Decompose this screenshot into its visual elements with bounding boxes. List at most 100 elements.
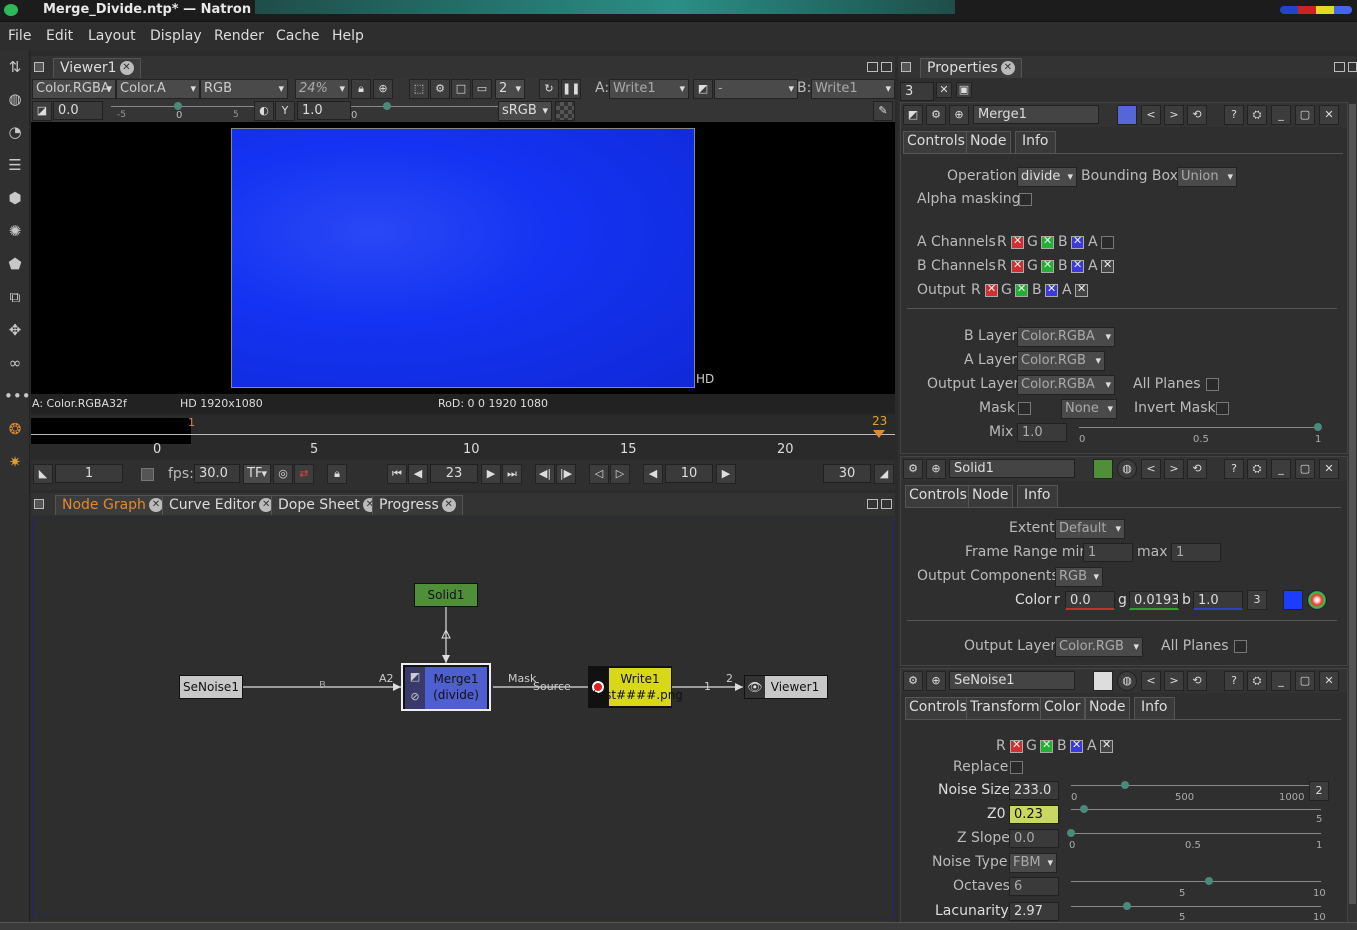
merge1-tab-node[interactable]: Node	[966, 131, 1011, 153]
timeline-format-dropdown[interactable]: TF	[243, 464, 271, 484]
tab-dope-sheet[interactable]: Dope Sheet ✕	[271, 495, 384, 515]
noise-size-handle[interactable]	[1121, 781, 1129, 789]
playhead[interactable]	[873, 430, 885, 438]
gamma-slider-handle[interactable]	[383, 102, 391, 110]
filter-tool-icon[interactable]: ✺	[4, 220, 26, 242]
menu-file[interactable]: File	[8, 28, 31, 44]
close-icon[interactable]: ✕	[1319, 105, 1339, 125]
senoise1-name-field[interactable]: SeNoise1	[949, 671, 1075, 690]
sn-a-checkbox[interactable]	[1100, 738, 1113, 753]
sn-r-checkbox[interactable]	[1010, 738, 1023, 753]
menu-layout[interactable]: Layout	[88, 28, 136, 44]
tab-properties[interactable]: Properties ✕	[920, 58, 1022, 78]
b-r-checkbox[interactable]	[1011, 258, 1024, 273]
help-icon[interactable]: ?	[1224, 671, 1244, 691]
help-icon[interactable]: ?	[1224, 459, 1244, 479]
node-merge1[interactable]: ◩ ⊘ Merge1 (divide)	[401, 663, 491, 711]
fps-field[interactable]: 30.0	[194, 464, 240, 483]
fps-toggle[interactable]	[141, 468, 154, 481]
bounding-box-dropdown[interactable]: Union	[1177, 167, 1237, 187]
next-keyframe-icon[interactable]: ▷	[610, 464, 630, 484]
set-in-icon[interactable]: ◣	[33, 464, 53, 484]
senoise1-tab-color[interactable]: Color	[1040, 697, 1085, 719]
proxy-dropdown[interactable]: 2	[495, 79, 525, 99]
play-forward-icon[interactable]: |▶	[556, 464, 576, 484]
properties-scrollbar[interactable]	[1348, 102, 1357, 922]
lock-icon[interactable]: 🔒︎	[351, 79, 371, 99]
node-write1[interactable]: Write1 test####.png	[588, 666, 683, 708]
float-icon[interactable]: ▢	[1295, 105, 1315, 125]
lacunarity-handle[interactable]	[1123, 902, 1131, 910]
noise-size-slider[interactable]	[1071, 785, 1311, 786]
extent-dropdown[interactable]: Default	[1055, 519, 1125, 539]
close-icon[interactable]: ✕	[148, 498, 163, 512]
tab-progress[interactable]: Progress ✕	[372, 495, 463, 515]
float-icon[interactable]: ▢	[1295, 459, 1315, 479]
restore-defaults-icon[interactable]: ⟲	[1187, 459, 1207, 479]
transform-tool-icon[interactable]: ✥	[4, 319, 26, 341]
lacunarity-slider[interactable]	[1071, 906, 1321, 907]
tab-curve-editor[interactable]: Curve Editor ✕	[162, 495, 281, 515]
color-g-field[interactable]: 0.0193	[1129, 591, 1179, 610]
solid-all-planes-checkbox[interactable]	[1234, 640, 1247, 653]
merge1-tab-controls[interactable]: Controls	[903, 131, 969, 153]
end-frame-field[interactable]: 30	[823, 464, 871, 483]
output-components-dropdown[interactable]: RGB	[1055, 567, 1103, 587]
close-icon[interactable]: ✕	[1000, 61, 1015, 75]
center-node-icon[interactable]: ⊕	[926, 671, 946, 691]
z0-field[interactable]: 0.23	[1009, 805, 1059, 824]
mix-field[interactable]: 1.0	[1017, 423, 1067, 442]
b-g-checkbox[interactable]	[1041, 258, 1054, 273]
undo-icon[interactable]: <	[1141, 105, 1161, 125]
menu-help[interactable]: Help	[332, 28, 364, 44]
color-swatch[interactable]	[1283, 590, 1303, 610]
prev-frame-icon[interactable]: ◀	[408, 464, 428, 484]
colorspace-dropdown[interactable]: sRGB	[498, 101, 552, 121]
current-frame-field[interactable]: 23	[430, 464, 478, 483]
b-layer-dropdown[interactable]: Color.RGBA	[1017, 327, 1115, 347]
close-pane-icon[interactable]	[1348, 62, 1357, 72]
noise-dimension-button[interactable]: 2	[1309, 781, 1329, 801]
playback-mode-icon[interactable]: ⇄	[294, 464, 314, 484]
out-g-checkbox[interactable]	[1015, 282, 1028, 297]
step-forward-icon[interactable]: ▶	[716, 464, 736, 484]
layer-dropdown[interactable]: Color.RGBA	[32, 79, 116, 99]
merge1-name-field[interactable]: Merge1	[973, 105, 1099, 124]
all-planes-checkbox[interactable]	[1206, 378, 1219, 391]
render-icon[interactable]: ⚙	[430, 79, 450, 99]
gain-slider[interactable]	[111, 106, 261, 107]
checker-icon[interactable]: □	[451, 79, 471, 99]
color-wheel-icon[interactable]	[1307, 590, 1327, 610]
close-pane-icon[interactable]	[881, 62, 892, 72]
node-color-swatch[interactable]	[1093, 671, 1113, 691]
out-r-checkbox[interactable]	[985, 282, 998, 297]
close-icon[interactable]: ✕	[1319, 459, 1339, 479]
step-field[interactable]: 10	[665, 464, 713, 483]
color-dimension-button[interactable]: 3	[1247, 590, 1267, 610]
gamma-slider[interactable]	[351, 106, 501, 107]
solid1-tab-node[interactable]: Node	[968, 485, 1013, 507]
overlay-color-icon[interactable]: ◍	[1117, 459, 1137, 479]
scrollbar-thumb[interactable]	[1349, 104, 1356, 904]
mask-checkbox[interactable]	[1018, 402, 1031, 415]
pane-menu-icon[interactable]	[901, 62, 911, 72]
overlay-color-icon[interactable]: ◍	[1117, 671, 1137, 691]
noise-size-field[interactable]: 233.0	[1009, 781, 1059, 800]
nodegraph-canvas[interactable]: B A2 Mask Source 1 2 Solid1 SeNoise1 ◩ ⊘ …	[32, 517, 894, 920]
alpha-masking-checkbox[interactable]	[1019, 193, 1032, 206]
overlay-icon[interactable]: ▭	[472, 79, 492, 99]
center-icon[interactable]: ⊕	[373, 79, 393, 99]
lock-range-icon[interactable]: 🔒︎	[327, 464, 347, 484]
gmic-tool-icon[interactable]: ❂	[4, 418, 26, 440]
merge1-tab-info[interactable]: Info	[1015, 131, 1056, 153]
prev-keyframe-icon[interactable]: ◁	[589, 464, 609, 484]
output-layer-dropdown[interactable]: Color.RGBA	[1017, 375, 1115, 395]
node-solid1[interactable]: Solid1	[414, 583, 478, 607]
undo-icon[interactable]: <	[1141, 459, 1161, 479]
close-pane-icon[interactable]	[881, 499, 892, 509]
alpha-channel-dropdown[interactable]: Color.A	[116, 79, 200, 99]
tab-node-graph[interactable]: Node Graph ✕	[55, 495, 170, 515]
wipe-mode-dropdown[interactable]: -	[714, 79, 798, 99]
redo-icon[interactable]: >	[1164, 105, 1184, 125]
float-pane-icon[interactable]	[867, 499, 878, 509]
